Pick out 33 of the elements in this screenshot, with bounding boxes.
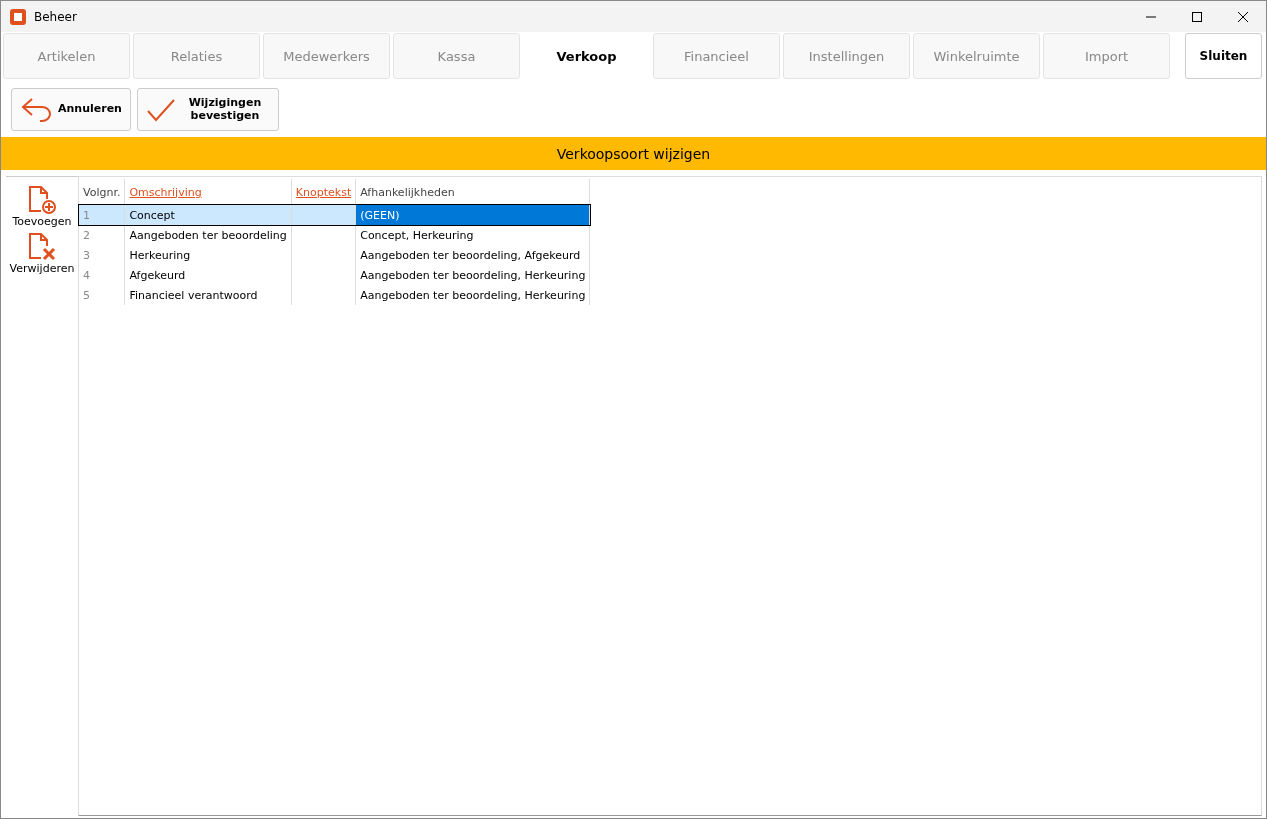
add-button[interactable]: Toevoegen	[12, 185, 72, 228]
section-banner: Verkoopsoort wijzigen	[1, 137, 1266, 170]
table-cell: Concept, Herkeuring	[355, 225, 590, 245]
table-cell: 5	[79, 285, 125, 305]
table-cell: Aangeboden ter beoordeling, Herkeuring	[355, 265, 590, 285]
document-add-icon	[27, 185, 57, 215]
table-row[interactable]: 4 Afgekeurd Aangeboden ter beoordeling, Herkeuring	[79, 265, 590, 285]
delete-button[interactable]: Verwijderen	[9, 232, 75, 275]
table-cell: 1	[79, 205, 125, 225]
document-remove-icon	[27, 232, 57, 262]
table-cell: Herkeuring	[124, 245, 292, 265]
window-title: Beheer	[34, 9, 78, 24]
table-row[interactable]: 3 Herkeuring Aangeboden ter beoordeling, Afgekeurd	[79, 245, 590, 265]
confirm-button[interactable]: Wijzigingen bevestigen	[136, 88, 279, 131]
table-row[interactable]: 1 Concept (GEEN)	[79, 205, 590, 225]
table-row[interactable]: 5 Financieel verantwoord Aangeboden ter beoordeling, Herkeuring	[79, 285, 590, 305]
table-cell: 2	[79, 225, 125, 245]
close-button[interactable]: Sluiten	[1185, 33, 1262, 79]
table-cell: 3	[79, 245, 125, 265]
close-icon[interactable]	[1237, 10, 1249, 23]
app-icon	[10, 8, 26, 25]
table-cell: (GEEN)	[355, 205, 590, 225]
table-row[interactable]: 2 Aangeboden ter beoordeling Concept, Herkeuring	[79, 225, 590, 245]
undo-arrow-icon	[20, 95, 54, 124]
maximize-icon[interactable]	[1191, 10, 1203, 23]
table-cell: Aangeboden ter beoordeling, Herkeuring	[355, 285, 590, 305]
table-cell: Afgekeurd	[124, 265, 292, 285]
table-cell: Financieel verantwoord	[124, 285, 292, 305]
table-cell: Aangeboden ter beoordeling	[124, 225, 292, 245]
table-cell: 4	[79, 265, 125, 285]
table-cell: Concept	[124, 205, 292, 225]
table-cell: Aangeboden ter beoordeling, Afgekeurd	[355, 245, 590, 265]
cancel-button[interactable]: Annuleren	[11, 88, 131, 131]
